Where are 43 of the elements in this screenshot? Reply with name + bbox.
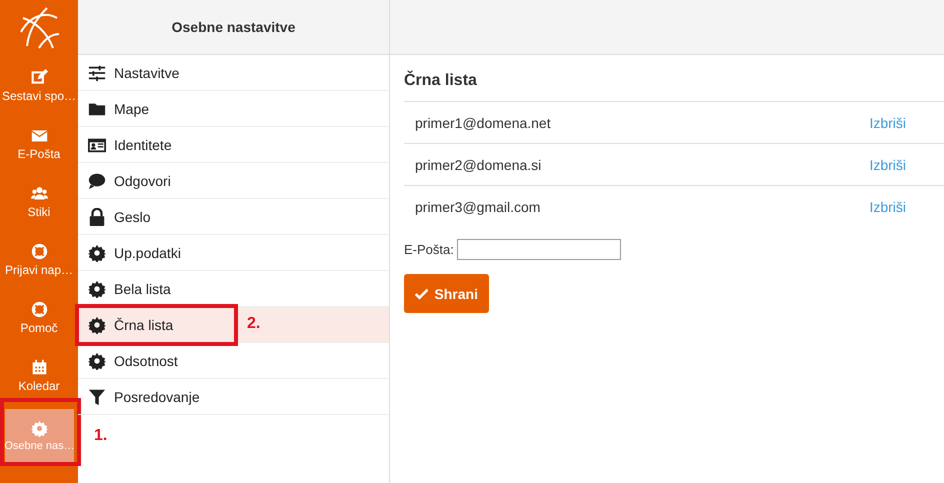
id-card-icon	[88, 136, 106, 154]
delete-link[interactable]: Izbriši	[869, 114, 906, 130]
email-address: primer1@domena.net	[415, 114, 551, 130]
filter-icon	[88, 388, 106, 406]
sidebar-item[interactable]: Pomoč	[0, 289, 78, 347]
gear-icon	[88, 244, 106, 262]
email-address: primer2@domena.si	[415, 156, 542, 172]
sidebar-item[interactable]: Prijavi nap…	[0, 231, 78, 289]
edit-icon	[30, 69, 48, 86]
delete-link[interactable]: Izbriši	[869, 198, 906, 214]
lock-icon	[88, 208, 106, 226]
save-button[interactable]: Shrani	[404, 274, 489, 313]
panel-title: Osebne nastavitve	[172, 19, 296, 35]
gear-icon	[88, 316, 106, 334]
field-label: E-Pošta:	[404, 242, 454, 257]
email-field[interactable]	[456, 239, 621, 260]
menu-item[interactable]: Odgovori	[78, 163, 389, 199]
sidebar-item[interactable]: Koledar	[0, 347, 78, 405]
delete-link[interactable]: Izbriši	[869, 156, 906, 172]
menu-item[interactable]: Identitete	[78, 127, 389, 163]
gear-icon	[31, 420, 48, 437]
menu-item[interactable]: Up.podatki	[78, 235, 389, 271]
gear-icon	[88, 280, 106, 298]
email-address: primer3@gmail.com	[415, 198, 540, 214]
sidebar-item[interactable]: E-Pošta	[0, 115, 78, 173]
lifebuoy-icon	[30, 243, 48, 260]
callout-number: 2.	[247, 315, 260, 333]
menu-item[interactable]: Mape	[78, 91, 389, 127]
checkmark-icon	[415, 286, 428, 300]
callout-number: 1.	[94, 427, 108, 445]
people-icon	[30, 185, 48, 202]
speech-bubble-icon	[88, 172, 106, 190]
section-title: Črna lista	[404, 72, 478, 90]
sidebar-item[interactable]: Stiki	[0, 173, 78, 231]
gear-icon	[88, 352, 106, 370]
calendar-icon	[30, 359, 48, 376]
sliders-icon	[88, 64, 106, 82]
sidebar-item[interactable]: Sestavi spo…	[0, 57, 78, 115]
menu-item[interactable]: Posredovanje	[78, 379, 389, 415]
menu-item[interactable]: Odsotnost	[78, 343, 389, 379]
lifebuoy-icon	[30, 301, 48, 318]
menu-item[interactable]: Nastavitve	[78, 55, 389, 91]
menu-item[interactable]: Geslo	[78, 199, 389, 235]
